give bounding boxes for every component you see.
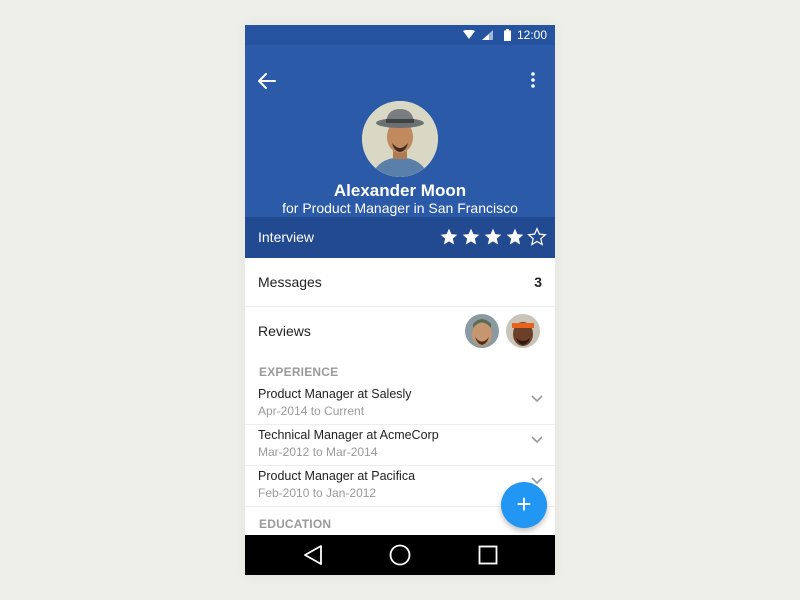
status-time: 12:00 [516, 28, 547, 42]
experience-item[interactable]: Technical Manager at AcmeCorp Mar-2012 t… [245, 424, 555, 466]
education-section-title: EDUCATION [259, 517, 332, 531]
reviewer-avatar-2[interactable] [506, 314, 540, 348]
chevron-down-icon[interactable] [531, 436, 543, 444]
experience-title: Product Manager at Pacifica [258, 469, 416, 483]
experience-title: Technical Manager at AcmeCorp [258, 428, 439, 442]
profile-avatar [362, 101, 438, 177]
reviewer-avatar-1[interactable] [465, 314, 499, 348]
star-filled-icon[interactable] [505, 227, 525, 247]
reviews-label: Reviews [258, 323, 311, 339]
experience-dates: Mar-2012 to Mar-2014 [258, 445, 378, 459]
messages-count: 3 [534, 274, 542, 290]
experience-section-title: EXPERIENCE [259, 365, 339, 379]
experience-item[interactable]: Product Manager at Salesly Apr-2014 to C… [245, 383, 555, 425]
status-bar: 12:00 [245, 25, 555, 45]
star-filled-icon[interactable] [461, 227, 481, 247]
more-vert-icon[interactable] [530, 71, 536, 89]
back-nav-icon[interactable] [303, 544, 323, 566]
candidate-position: for Product Manager in San Francisco [282, 200, 518, 216]
phone-screen: 12:00 Alexander Moon for Product Manager… [245, 25, 555, 575]
stage-label: Interview [258, 229, 315, 245]
stage-bar[interactable]: Interview [245, 217, 555, 258]
battery-icon [504, 29, 511, 41]
messages-label: Messages [258, 274, 322, 290]
candidate-name: Alexander Moon [333, 181, 467, 200]
experience-title: Product Manager at Salesly [258, 387, 412, 401]
messages-row[interactable]: Messages 3 [245, 258, 555, 307]
add-fab-button[interactable]: + [501, 482, 547, 528]
star-filled-icon[interactable] [483, 227, 503, 247]
star-outline-icon[interactable] [527, 227, 547, 247]
plus-icon: + [516, 489, 532, 519]
rating-stars[interactable] [439, 227, 549, 247]
back-arrow-icon[interactable] [258, 73, 276, 89]
star-filled-icon[interactable] [439, 227, 459, 247]
profile-header: Alexander Moon for Product Manager in Sa… [245, 45, 555, 217]
home-nav-icon[interactable] [389, 544, 411, 566]
wifi-icon [463, 30, 475, 39]
reviews-row[interactable]: Reviews [245, 307, 555, 355]
recents-nav-icon[interactable] [478, 544, 498, 566]
experience-dates: Feb-2010 to Jan-2012 [258, 486, 377, 500]
navigation-bar [245, 535, 555, 575]
chevron-down-icon[interactable] [531, 395, 543, 403]
signal-icon [482, 30, 493, 40]
experience-dates: Apr-2014 to Current [258, 404, 365, 418]
